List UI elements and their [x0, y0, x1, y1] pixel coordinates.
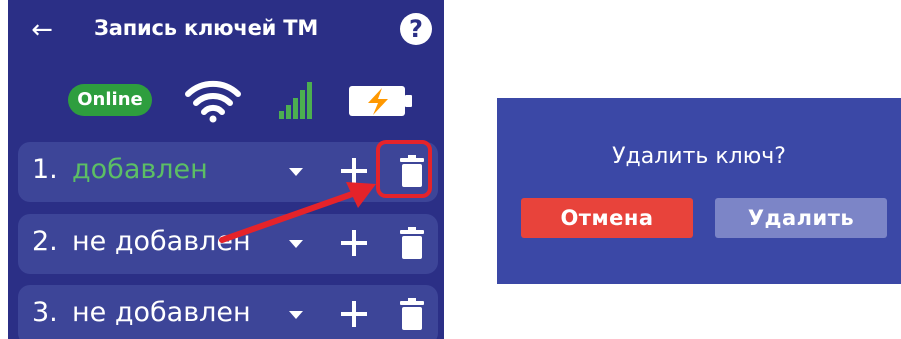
back-button[interactable]: ←	[26, 14, 58, 46]
wifi-icon	[185, 80, 241, 123]
key-number: 1.	[32, 154, 58, 185]
arrow-left-icon: ←	[31, 15, 53, 45]
key-row-3: 3. не добавлен	[18, 285, 438, 339]
page-title: Запись ключей ТМ	[94, 16, 319, 40]
cancel-button[interactable]: Отмена	[521, 198, 693, 238]
trash-icon[interactable]	[400, 227, 424, 259]
trash-icon[interactable]	[400, 298, 424, 330]
question-icon: ?	[409, 15, 423, 43]
battery-charging-icon	[349, 86, 412, 116]
online-status-badge: Online	[68, 84, 152, 116]
key-number: 2.	[32, 226, 58, 257]
status-bar: Online	[8, 72, 444, 128]
key-number: 3.	[32, 297, 58, 328]
screenshot: ← Запись ключей ТМ ? Online 1. добавлен …	[0, 0, 901, 339]
chevron-down-icon[interactable]	[288, 309, 304, 321]
signal-icon	[279, 82, 312, 119]
app-bar: ← Запись ключей ТМ ?	[8, 0, 444, 60]
pointer-arrow-icon	[219, 182, 376, 243]
key-status: добавлен	[72, 154, 208, 185]
plus-icon[interactable]	[340, 300, 368, 328]
confirm-delete-button[interactable]: Удалить	[715, 198, 887, 238]
delete-key-dialog: Удалить ключ? Отмена Удалить	[497, 98, 901, 284]
help-button[interactable]: ?	[400, 13, 432, 45]
key-status: не добавлен	[72, 297, 251, 328]
key-recording-screen: ← Запись ключей ТМ ? Online 1. добавлен …	[8, 0, 444, 339]
dialog-title: Удалить ключ?	[612, 144, 786, 169]
